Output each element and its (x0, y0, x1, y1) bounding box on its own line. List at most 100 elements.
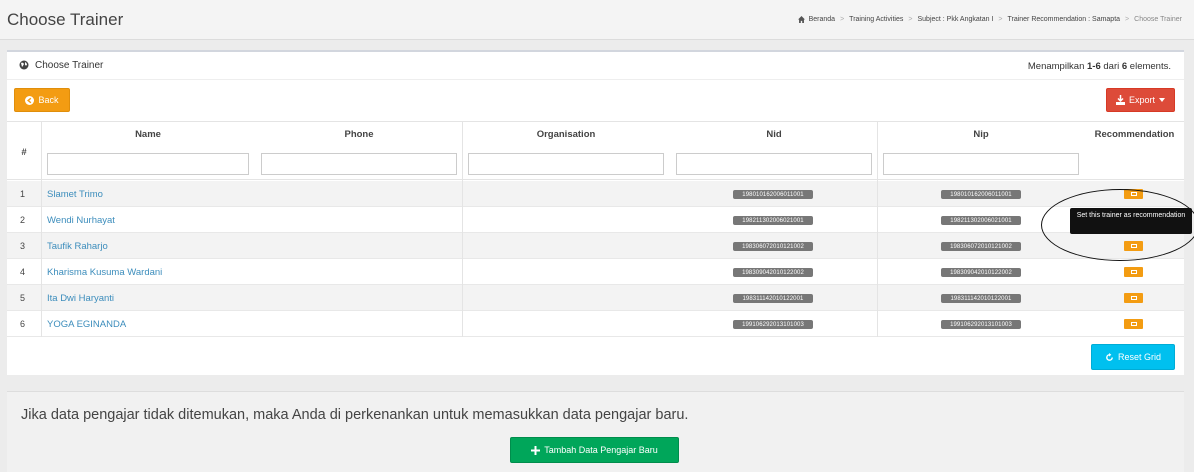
back-button[interactable]: Back (14, 88, 70, 112)
column-divider (41, 233, 42, 259)
checkbox-icon (1130, 296, 1137, 300)
add-trainer-label: Tambah Data Pengajar Baru (544, 445, 658, 455)
recommend-button[interactable] (1124, 319, 1143, 329)
recommend-button[interactable] (1124, 267, 1143, 277)
table-row: 6 YOGA EGINANDA 199106292013101003 19910… (7, 311, 1184, 337)
add-trainer-button[interactable]: Tambah Data Pengajar Baru (510, 437, 679, 463)
column-divider (877, 259, 878, 285)
trainer-panel: Choose Trainer Menampilkan 1-6 dari 6 el… (7, 50, 1184, 375)
nip-badge: 199106292013101003 (941, 320, 1021, 329)
nip-badge: 198309042010122002 (941, 268, 1021, 277)
caret-down-icon (1159, 98, 1165, 102)
trainer-name-link[interactable]: Taufik Raharjo (47, 241, 108, 252)
column-divider (462, 259, 463, 285)
column-divider (41, 122, 42, 181)
column-divider (877, 122, 878, 181)
column-header-nid[interactable]: Nid (676, 129, 872, 140)
column-divider (41, 311, 42, 337)
column-header-num: # (21, 147, 27, 158)
export-button-label: Export (1128, 95, 1155, 105)
breadcrumb-separator: > (908, 16, 913, 23)
column-header-phone[interactable]: Phone (261, 129, 457, 140)
nid-badge: 198311142010122001 (733, 294, 813, 303)
breadcrumb-item-trainer-recommendation[interactable]: Trainer Recommendation : Samapta (1007, 16, 1120, 23)
filter-nid-input[interactable] (676, 153, 872, 175)
column-divider (462, 207, 463, 233)
column-divider (877, 181, 878, 207)
page-title: Choose Trainer (7, 10, 124, 29)
column-divider (462, 311, 463, 337)
breadcrumb-item-training-activities[interactable]: Training Activities (849, 16, 903, 23)
breadcrumb-separator: > (1125, 16, 1130, 23)
nid-badge: 198010162006011001 (733, 190, 813, 199)
recommend-button[interactable] (1124, 293, 1143, 303)
table-row: 3 Taufik Raharjo 198306072010121002 1983… (7, 233, 1184, 259)
trainer-name-link[interactable]: Wendi Nurhayat (47, 215, 115, 226)
row-number: 4 (20, 267, 26, 277)
table-row: 1 Slamet Trimo 198010162006011001 198010… (7, 181, 1184, 207)
trainer-name-link[interactable]: YOGA EGINANDA (47, 319, 126, 330)
arrow-left-circle-icon (25, 95, 35, 105)
column-divider (877, 285, 878, 311)
filter-nip-input[interactable] (883, 153, 1079, 175)
highlight-circle (1041, 189, 1194, 261)
column-header-recommendation: Recommendation (1094, 129, 1175, 140)
table-row: 4 Kharisma Kusuma Wardani 19830904201012… (7, 259, 1184, 285)
row-number: 6 (20, 319, 26, 329)
globe-icon (19, 60, 29, 70)
row-number: 1 (20, 189, 26, 199)
column-divider (462, 285, 463, 311)
breadcrumb-item-home[interactable]: Beranda (809, 16, 835, 23)
column-header-name[interactable]: Name (47, 129, 249, 140)
export-icon (1115, 95, 1125, 105)
breadcrumb-separator: > (998, 16, 1003, 23)
nip-badge: 198010162006011001 (941, 190, 1021, 199)
panel-header: Choose Trainer Menampilkan 1-6 dari 6 el… (7, 52, 1184, 80)
table-row: 5 Ita Dwi Haryanti 198311142010122001 19… (7, 285, 1184, 311)
column-header-nip[interactable]: Nip (883, 129, 1079, 140)
table-row: 2 Wendi Nurhayat 198211302006021001 1982… (7, 207, 1184, 233)
column-divider (462, 233, 463, 259)
summary-suffix: elements. (1127, 61, 1171, 72)
breadcrumb-separator: > (840, 16, 845, 23)
column-header-organisation[interactable]: Organisation (468, 129, 664, 140)
summary-range: 1-6 (1087, 61, 1101, 72)
checkbox-icon (1130, 270, 1137, 274)
page-header: Choose Trainer Beranda > Training Activi… (0, 0, 1194, 40)
nid-badge: 198309042010122002 (733, 268, 813, 277)
filter-phone-input[interactable] (261, 153, 457, 175)
filter-name-input[interactable] (47, 153, 249, 175)
column-divider (41, 207, 42, 233)
pagination-summary: Menampilkan 1-6 dari 6 elements. (1028, 61, 1171, 72)
home-icon (797, 16, 805, 23)
back-button-label: Back (38, 95, 59, 105)
column-divider (41, 259, 42, 285)
nip-badge: 198306072010121002 (941, 242, 1021, 251)
filter-organisation-input[interactable] (468, 153, 664, 175)
export-button[interactable]: Export (1106, 88, 1175, 112)
column-divider (877, 207, 878, 233)
nid-badge: 198306072010121002 (733, 242, 813, 251)
reset-grid-button[interactable]: Reset Grid (1091, 344, 1175, 370)
summary-prefix: Menampilkan (1027, 61, 1088, 72)
row-number: 3 (20, 241, 26, 251)
column-divider (877, 233, 878, 259)
column-divider (462, 122, 463, 181)
trainer-name-link[interactable]: Kharisma Kusuma Wardani (47, 267, 162, 278)
grid-header: # Name Phone Organisation Nid Nip Recomm… (7, 121, 1184, 181)
breadcrumb-item-current: Choose Trainer (1134, 16, 1182, 23)
trainer-name-link[interactable]: Ita Dwi Haryanti (47, 293, 114, 304)
info-text: Jika data pengajar tidak ditemukan, maka… (21, 407, 689, 423)
column-divider (462, 181, 463, 207)
row-number: 2 (20, 215, 26, 225)
refresh-icon (1106, 352, 1113, 361)
trainer-name-link[interactable]: Slamet Trimo (47, 189, 103, 200)
row-number: 5 (20, 293, 26, 303)
column-divider (41, 181, 42, 207)
summary-mid: dari (1100, 61, 1122, 72)
reset-grid-label: Reset Grid (1117, 352, 1161, 362)
breadcrumb-item-subject[interactable]: Subject : Pkk Angkatan I (917, 16, 993, 23)
nip-badge: 198311142010122001 (941, 294, 1021, 303)
nip-badge: 198211302006021001 (941, 216, 1021, 225)
plus-icon (531, 445, 541, 455)
